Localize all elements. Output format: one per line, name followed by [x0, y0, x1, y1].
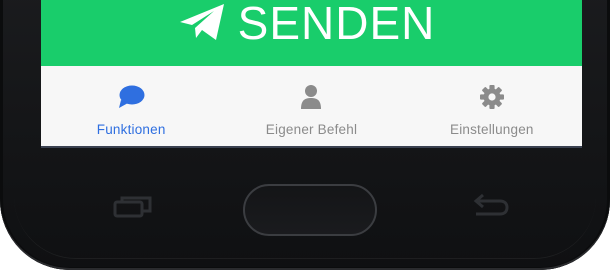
tab-label-eigener-befehl: Eigener Befehl	[265, 122, 358, 137]
phone-screenshot: SENDEN Funktionen Eigener Befehl Einstel…	[0, 0, 610, 275]
send-button[interactable]: SENDEN	[41, 0, 582, 66]
chat-bubble-icon	[119, 85, 145, 108]
tab-eigener-befehl[interactable]: Eigener Befehl	[221, 66, 401, 146]
back-arrow-icon[interactable]	[470, 193, 510, 219]
recent-apps-icon[interactable]	[112, 193, 154, 219]
bottom-tab-bar: Funktionen Eigener Befehl Einstellungen	[41, 66, 582, 146]
send-button-label: SENDEN	[237, 0, 436, 49]
send-button-content: SENDEN	[178, 0, 436, 46]
tab-einstellungen[interactable]: Einstellungen	[402, 66, 582, 146]
tab-label-einstellungen: Einstellungen	[449, 122, 534, 137]
user-icon	[301, 85, 322, 109]
paper-plane-icon	[179, 4, 224, 40]
app-screen: SENDEN Funktionen Eigener Befehl Einstel…	[41, 0, 582, 148]
tab-label-funktionen: Funktionen	[96, 122, 166, 137]
home-button[interactable]	[243, 184, 377, 236]
gear-icon	[479, 85, 504, 109]
tab-funktionen[interactable]: Funktionen	[41, 66, 221, 146]
